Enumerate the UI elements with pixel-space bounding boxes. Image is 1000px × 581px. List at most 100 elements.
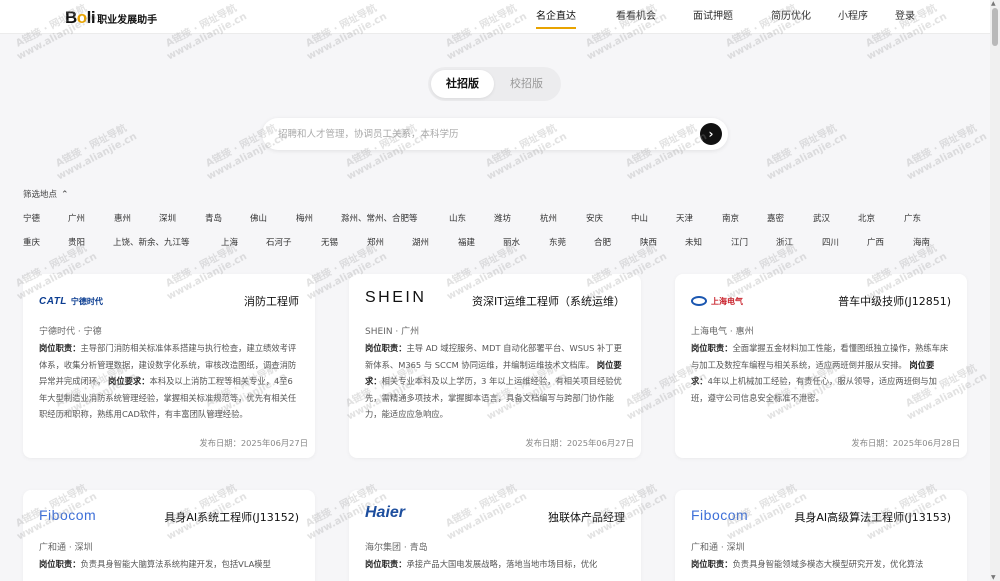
location-item[interactable]: 贵阳 [68,236,85,248]
publish-date: 发布日期：2025年06月27日 [525,438,634,448]
publish-date: 发布日期：2025年06月28日 [851,438,960,448]
job-company-location: 广和通 · 深圳 [691,543,745,553]
tab-campus-recruit[interactable]: 校招版 [495,70,558,98]
nav-item-mini-program[interactable]: 小程序 [838,0,868,34]
top-header: Boli 职业发展助手 名企直达 看看机会 面试押题 简历优化 小程序 登录 [0,0,1000,34]
location-item[interactable]: 海南 [913,236,930,248]
location-item[interactable]: 浙江 [776,236,793,248]
watermark-line: www.alianjie.cn [905,131,989,183]
location-item[interactable]: 丽水 [503,236,520,248]
company-logo: 上海电气 [691,294,743,308]
location-item[interactable]: 北京 [858,212,875,224]
job-card[interactable]: SHEIN 资深IT运维工程师（系统运维） SHEIN · 广州 岗位职责：主导… [349,274,641,458]
filter-title: 筛选地点 [23,190,58,200]
location-item[interactable]: 湖州 [412,236,429,248]
location-item[interactable]: 上饶、新余、九江等 [113,236,190,248]
watermark-line: A链接 · 网址导航 [764,122,839,170]
watermark-line: A链接 · 网址导航 [904,122,979,170]
job-company-location: 广和通 · 深圳 [39,543,93,553]
job-company-location: 海尔集团 · 青岛 [365,543,428,553]
search-submit-button[interactable]: › [700,123,722,145]
job-card[interactable]: Fibocom 具身AI高级算法工程师(J13153) 广和通 · 深圳 岗位职… [675,490,967,581]
search-input[interactable] [278,118,678,150]
location-item[interactable]: 梅州 [296,212,313,224]
job-card[interactable]: Fibocom 具身AI系统工程师(J13152) 广和通 · 深圳 岗位职责：… [23,490,315,581]
company-logo: Fibocom [39,507,97,523]
location-item[interactable]: 福建 [458,236,475,248]
location-item[interactable]: 南京 [722,212,739,224]
scrollbar-thumb[interactable] [992,8,998,46]
arrow-right-icon: › [708,127,714,141]
logo-subtitle: 职业发展助手 [97,15,158,26]
job-card[interactable]: CATL 宁德时代 消防工程师 宁德时代 · 宁德 岗位职责：主导部门消防相关标准… [23,274,315,458]
job-title: 具身AI系统工程师(J13152) [164,511,299,524]
job-description: 岗位职责：主导部门消防相关标准体系搭建与执行检查，建立绩效考评体系，收集分析管理… [39,343,297,419]
location-item[interactable]: 武汉 [813,212,830,224]
nav-item-login[interactable]: 登录 [895,0,915,34]
company-logo: SHEIN [365,289,427,306]
location-item[interactable]: 中山 [631,212,648,224]
job-title: 普车中级技师(J12851) [838,295,951,308]
location-item[interactable]: 惠州 [114,212,131,224]
location-item[interactable]: 佛山 [250,212,267,224]
location-item[interactable]: 合肥 [594,236,611,248]
nav-item-opportunities[interactable]: 看看机会 [616,0,656,34]
job-company-location: 上海电气 · 惠州 [691,327,754,337]
location-item[interactable]: 江门 [731,236,748,248]
location-row-2: 重庆 贵阳 上饶、新余、九江等 上海 石河子 无锡 郑州 湖州 福建 丽水 东莞… [23,236,973,248]
location-item[interactable]: 上海 [221,236,238,248]
location-item[interactable]: 四川 [822,236,839,248]
page-scrollbar[interactable]: ▲ ▼ [990,0,1000,581]
location-item[interactable]: 重庆 [23,236,40,248]
watermark-text: A链接 · 网址导航 www.alianjie.cn [900,121,990,184]
location-item[interactable]: 天津 [676,212,693,224]
edition-toggle: 社招版 校招版 [428,67,561,101]
watermark-line: www.alianjie.cn [55,131,139,183]
location-item[interactable]: 杭州 [540,212,557,224]
search-bar: › [262,118,728,150]
job-title: 消防工程师 [244,295,299,308]
scroll-down-arrow-icon[interactable]: ▼ [991,574,996,581]
watermark-text: A链接 · 网址导航 www.alianjie.cn [760,121,850,184]
location-item[interactable]: 深圳 [159,212,176,224]
scroll-up-arrow-icon[interactable]: ▲ [991,0,996,7]
filter-location-toggle[interactable]: 筛选地点 ⌃ [23,188,69,200]
job-company-location: SHEIN · 广州 [365,327,420,337]
job-title: 资深IT运维工程师（系统运维） [472,295,625,308]
location-item[interactable]: 未知 [685,236,702,248]
shanghai-electric-mark-icon [691,296,707,306]
location-item[interactable]: 广州 [68,212,85,224]
nav-item-interview-questions[interactable]: 面试押题 [693,0,733,34]
company-logo: Fibocom [691,507,749,523]
nav-item-company-direct[interactable]: 名企直达 [536,0,576,34]
company-logo: Haier [365,504,406,521]
location-item[interactable]: 郑州 [367,236,384,248]
logo-mark: Boli [65,8,96,27]
nav-item-resume-optimize[interactable]: 简历优化 [771,0,811,34]
location-item[interactable]: 嘉密 [767,212,784,224]
watermark-line: A链接 · 网址导航 [54,122,129,170]
job-card[interactable]: 上海电气 普车中级技师(J12851) 上海电气 · 惠州 岗位职责：全面掌握五… [675,274,967,458]
location-item[interactable]: 潍坊 [494,212,511,224]
location-row-1: 宁德 广州 惠州 深圳 青岛 佛山 梅州 滁州、常州、合肥等 山东 潍坊 杭州 … [23,212,973,224]
location-item[interactable]: 东莞 [549,236,566,248]
job-title: 具身AI高级算法工程师(J13153) [794,511,951,524]
location-item[interactable]: 石河子 [266,236,292,248]
location-item[interactable]: 无锡 [321,236,338,248]
location-item[interactable]: 安庆 [586,212,603,224]
location-item[interactable]: 山东 [449,212,466,224]
location-item[interactable]: 广西 [867,236,884,248]
tab-social-recruit[interactable]: 社招版 [431,70,494,98]
location-item[interactable]: 青岛 [205,212,222,224]
location-item[interactable]: 陕西 [640,236,657,248]
location-item[interactable]: 宁德 [23,212,40,224]
location-item[interactable]: 广东 [904,212,921,224]
job-description: 岗位职责：承接产品大国电发展战略，落地当地市场目标，优化 [365,559,598,569]
job-title: 独联体产品经理 [548,511,625,524]
watermark-text: A链接 · 网址导航 www.alianjie.cn [50,121,140,184]
job-card[interactable]: Haier 独联体产品经理 海尔集团 · 青岛 岗位职责：承接产品大国电发展战略… [349,490,641,581]
site-logo[interactable]: Boli 职业发展助手 [65,8,157,28]
publish-date: 发布日期：2025年06月27日 [199,438,308,448]
job-description: 岗位职责：负责具身智能领域多模态大模型研究开发，优化算法 [691,559,924,569]
location-item[interactable]: 滁州、常州、合肥等 [341,212,418,224]
